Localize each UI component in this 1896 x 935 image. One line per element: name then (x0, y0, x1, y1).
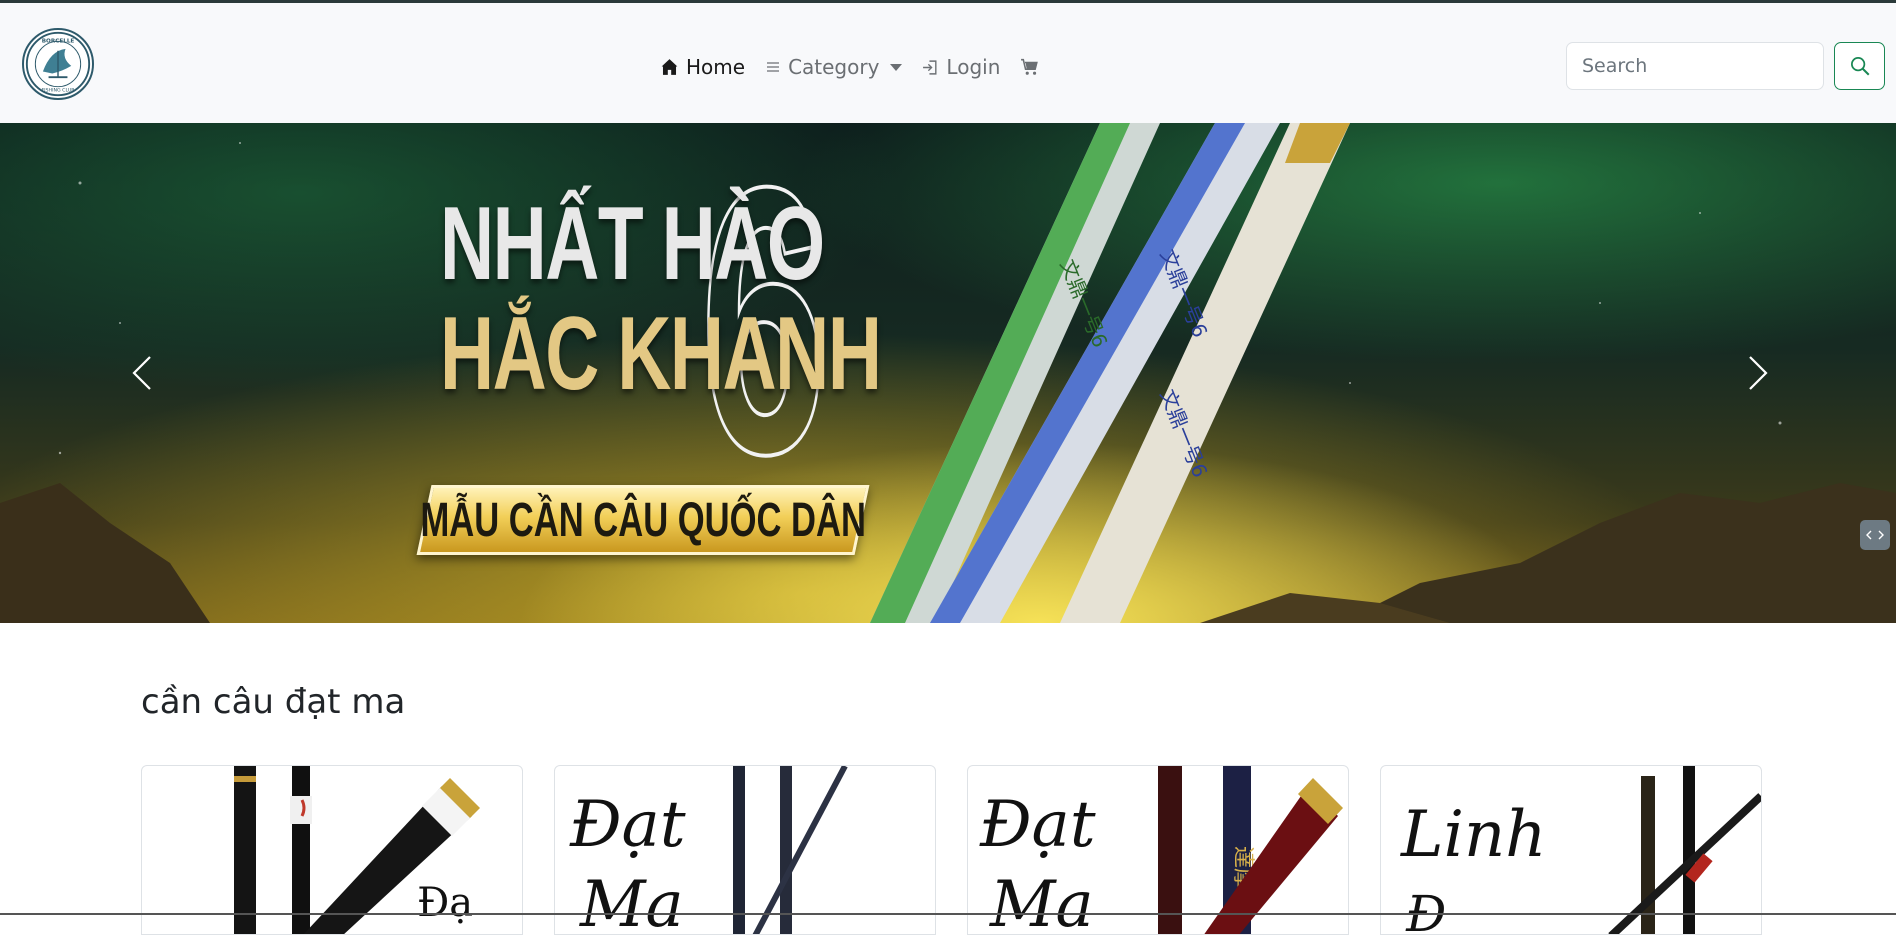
search-icon (1850, 57, 1869, 76)
svg-text:Ma: Ma (989, 868, 1094, 935)
floating-widget-button[interactable] (1860, 520, 1890, 550)
carousel-prev-button[interactable] (122, 348, 162, 398)
nav-category-dropdown[interactable]: Category (765, 55, 903, 79)
section-title: cần câu đạt ma (141, 682, 406, 722)
chevron-left-icon (132, 356, 151, 390)
chevron-right-icon (1749, 356, 1768, 390)
banner-headline-2: HẮC KHANH (440, 296, 882, 412)
list-icon (767, 62, 780, 72)
cart-icon (1021, 58, 1039, 75)
banner-tagline: MẪU CẦN CÂU QUỐC DÂN (416, 485, 870, 555)
banner-scene: 文鼎一号6 文鼎一号6 文鼎一号6 (0, 123, 1896, 623)
svg-text:Đ: Đ (1405, 885, 1446, 935)
banner-tagline-text: MẪU CẦN CÂU QUỐC DÂN (420, 493, 866, 547)
product-image: Linh Đ (1400, 766, 1761, 935)
banner-headline-1: NHẤT HÀO (440, 186, 825, 302)
search-input[interactable] (1566, 42, 1824, 90)
product-card-1[interactable]: Đạ (141, 765, 523, 935)
main-nav: Home Category Login (660, 49, 1059, 85)
chevron-down-icon (890, 63, 903, 71)
product-card-list: Đạ Đạt Ma Đạt Ma 達摩 Linh Đ (141, 765, 1762, 935)
svg-text:Đạ: Đạ (417, 880, 473, 926)
svg-text:Đạt: Đạt (979, 788, 1096, 862)
nav-home[interactable]: Home (660, 55, 745, 79)
product-card-2[interactable]: Đạt Ma (554, 765, 936, 935)
svg-text:FISHING CLUB: FISHING CLUB (41, 87, 74, 93)
product-image: Đạt Ma 達摩 (979, 766, 1343, 935)
product-image: Đạt Ma (569, 766, 848, 935)
svg-text:BORCELLE: BORCELLE (42, 38, 75, 44)
navbar: BORCELLE FISHING CLUB Home Category Logi… (0, 3, 1896, 123)
svg-text:Linh: Linh (1400, 798, 1546, 872)
product-image: Đạ (234, 766, 480, 934)
nav-login-label: Login (946, 55, 1001, 79)
product-card-4[interactable]: Linh Đ (1380, 765, 1762, 935)
hero-carousel[interactable]: 文鼎一号6 文鼎一号6 文鼎一号6 6 NHẤT HÀO HẮC KHANH M… (0, 123, 1896, 623)
nav-category-label: Category (788, 55, 880, 79)
brand-logo[interactable]: BORCELLE FISHING CLUB (22, 28, 94, 100)
login-icon (923, 59, 937, 75)
home-icon (661, 59, 678, 75)
code-icon (1866, 530, 1884, 540)
svg-text:Ma: Ma (579, 868, 684, 935)
product-card-3[interactable]: Đạt Ma 達摩 (967, 765, 1349, 935)
svg-text:Đạt: Đạt (569, 788, 686, 862)
carousel-next-button[interactable] (1738, 348, 1778, 398)
nav-login[interactable]: Login (922, 55, 1000, 79)
nav-home-label: Home (686, 55, 746, 79)
cart-link[interactable] (1020, 58, 1039, 76)
search-button[interactable] (1834, 42, 1885, 90)
